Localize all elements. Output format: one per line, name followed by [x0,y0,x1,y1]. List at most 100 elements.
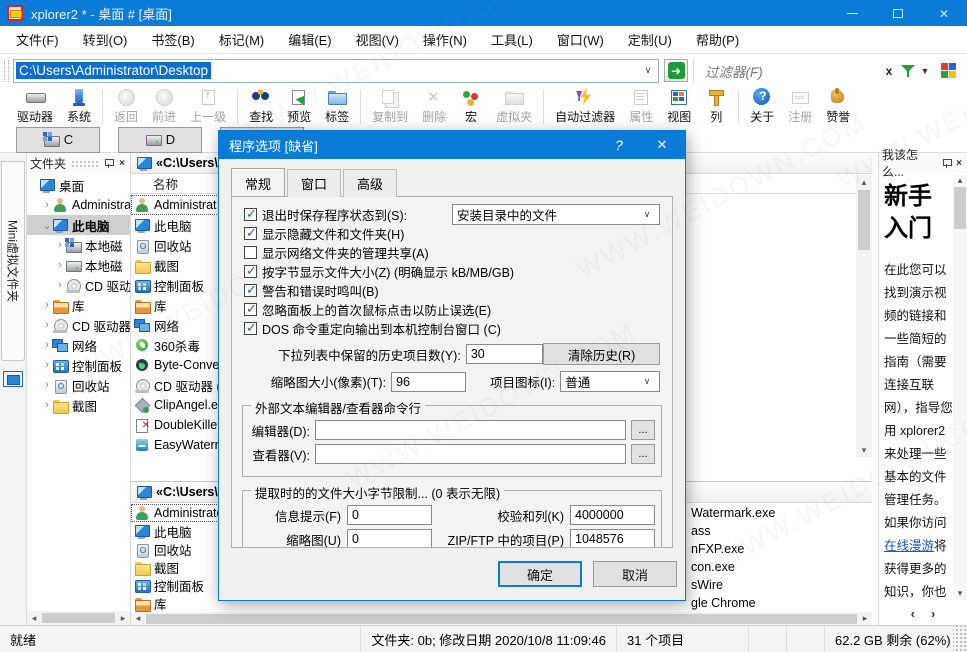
dialog-tab-2[interactable]: 窗口 [287,169,341,197]
tree-item[interactable]: 桌面 [27,175,130,195]
tree-item[interactable]: ›本地磁 [27,235,130,255]
toolbar-button-view[interactable]: 视图 [660,87,698,126]
toolbar-button-macro[interactable]: 宏 [453,87,489,126]
file-list-item[interactable]: ass [688,522,775,540]
toolbar-button-autofilter[interactable]: 自动过滤器 [548,87,622,126]
tree-item[interactable]: ›控制面板 [27,355,130,375]
file-list-item[interactable]: 回收站 [131,540,223,558]
bottom-pane-horizontal-scrollbar[interactable]: ◂ ▸ [131,612,872,625]
toolbar-button-search[interactable]: 查找 [242,87,280,126]
toolbar-button-system[interactable]: 系统 [60,87,98,126]
filter-funnel-icon[interactable] [900,63,916,79]
chevron-right-icon[interactable]: › [42,359,52,371]
pin-icon[interactable] [943,158,951,168]
funnel-dropdown-icon[interactable] [918,66,932,76]
chevron-right-icon[interactable]: › [42,319,52,331]
dialog-help-button[interactable] [599,131,639,159]
clear-filter-button[interactable]: x [880,64,898,78]
menu-item-5[interactable]: 编辑(E) [276,26,343,53]
menu-item-7[interactable]: 操作(N) [411,26,479,53]
editor-path-input[interactable] [315,420,626,440]
checkbox[interactable] [244,303,257,316]
thumbnail-limit-input[interactable]: 0 [347,529,432,548]
toolbar-button-praise[interactable]: 赞誉 [819,87,857,126]
toolbar-button-preview[interactable]: 预览 [280,87,318,126]
checkbox[interactable] [244,265,257,278]
dialog-tab-3[interactable]: 高级 [343,169,397,197]
browse-viewer-button[interactable]: ... [631,444,655,464]
menu-item-1[interactable]: 文件(F) [4,26,71,53]
toolbar-button-forward[interactable]: 前进 [145,87,183,126]
close-icon[interactable]: × [119,158,125,169]
tree-item[interactable]: ›CD 驱动器 [27,315,130,335]
thumbnail-size-input[interactable]: 96 [391,372,466,392]
close-icon[interactable]: × [956,158,962,169]
toolbar-button-vfolder[interactable]: 虚拟夹 [489,87,539,126]
history-count-input[interactable]: 30 [466,344,543,364]
resize-grip[interactable] [953,626,967,652]
tree-item[interactable]: ›截图 [27,395,130,415]
tree-item[interactable]: ›本地磁 [27,255,130,275]
file-list-item[interactable]: sWire [688,576,775,594]
drive-button-c[interactable]: C [16,127,100,153]
scroll-left-icon[interactable]: ◂ [27,613,41,624]
toolbar-button-copyto[interactable]: 复制到 [365,87,415,126]
scroll-down-icon[interactable]: ▾ [856,443,872,457]
close-button[interactable] [921,0,967,26]
help-back-button[interactable]: ‹ [911,606,915,621]
file-list-item[interactable]: gle Chrome [688,594,775,612]
tree-item[interactable]: ›Administra [27,195,130,215]
file-list-item[interactable]: Administrato [131,504,223,522]
file-list-item[interactable]: 控制面板 [131,576,223,594]
scroll-up-icon[interactable]: ▴ [953,175,967,186]
chevron-right-icon[interactable]: › [55,259,65,271]
menu-item-4[interactable]: 标记(M) [207,26,277,53]
file-list-item[interactable]: nFXP.exe [688,540,775,558]
checkbox[interactable] [244,284,257,297]
zipftp-limit-input[interactable]: 1048576 [570,529,655,548]
checksum-limit-input[interactable]: 4000000 [570,505,655,525]
browse-editor-button[interactable]: ... [631,420,655,440]
chevron-right-icon[interactable]: › [55,279,65,291]
checkbox[interactable] [244,227,257,240]
ok-button[interactable]: 确定 [498,561,582,587]
menu-item-11[interactable]: 帮助(P) [684,26,751,53]
toolbar-button-delete[interactable]: 删除 [415,87,453,126]
file-list-item[interactable]: Administrat [131,195,227,215]
scrollbar-thumb[interactable] [954,187,966,229]
tree-item[interactable]: ›回收站 [27,375,130,395]
toolbar-button-back[interactable]: 返回 [107,87,145,126]
scroll-right-icon[interactable]: ▸ [116,613,130,624]
drive-button-d[interactable]: D [118,127,202,153]
scrollbar-thumb[interactable] [858,190,870,250]
pin-icon[interactable] [105,158,113,168]
scroll-left-icon[interactable]: ◂ [131,613,145,624]
dialog-close-button[interactable] [639,131,685,159]
virtual-folder-panel-icon[interactable] [3,371,23,387]
toolbar-grip[interactable] [4,60,9,82]
clear-history-button[interactable]: 清除历史(R) [543,343,660,365]
file-list-item[interactable]: Watermark.exe [688,504,775,522]
minimize-button[interactable] [829,0,875,26]
chevron-right-icon[interactable]: › [42,299,52,311]
tree-item[interactable]: ›网络 [27,335,130,355]
menu-item-6[interactable]: 视图(V) [344,26,411,53]
help-link[interactable]: 在线漫游 [884,539,934,553]
toolbar-button-up[interactable]: 上一级 [183,87,233,126]
chevron-right-icon[interactable]: › [42,379,52,391]
maximize-button[interactable] [875,0,921,26]
file-list-item[interactable]: 截图 [131,558,223,576]
menu-item-8[interactable]: 工具(L) [479,26,545,53]
help-forward-button[interactable]: › [931,606,935,621]
menu-item-2[interactable]: 转到(O) [71,26,140,53]
file-list-item[interactable]: 库 [131,594,223,612]
tree-item[interactable]: ›库 [27,295,130,315]
viewer-path-input[interactable] [315,444,626,464]
chevron-right-icon[interactable]: › [42,339,52,351]
menu-item-3[interactable]: 书签(B) [139,26,206,53]
cancel-button[interactable]: 取消 [593,561,677,587]
chevron-down-icon[interactable]: ⌄ [42,219,52,232]
menu-item-9[interactable]: 窗口(W) [545,26,616,53]
checkbox[interactable] [244,246,257,259]
scrollbar-thumb[interactable] [146,614,857,624]
